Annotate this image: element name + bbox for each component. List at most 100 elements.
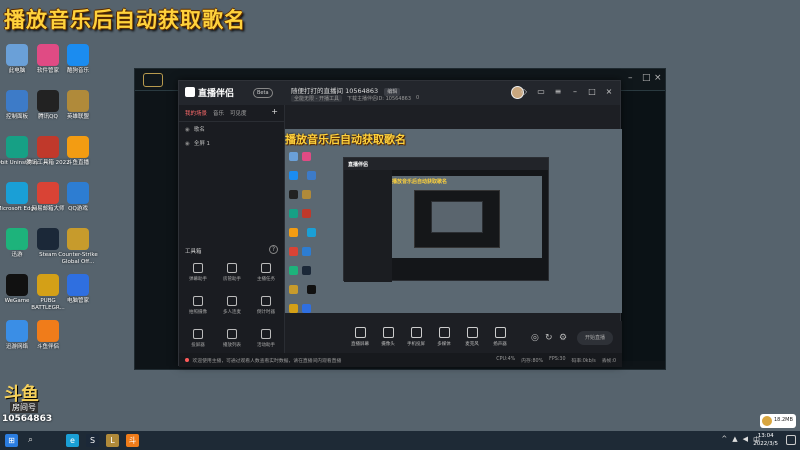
source-button[interactable]: 直播屏幕 bbox=[345, 327, 375, 347]
record-icon[interactable]: ◎ bbox=[531, 333, 541, 343]
lol-icon bbox=[67, 90, 89, 112]
preview-desktop-icons bbox=[287, 149, 321, 339]
room-id-text: 下载主播伴侣ID: 10564863 bbox=[346, 96, 412, 102]
close-icon[interactable]: × bbox=[604, 87, 614, 96]
room-manager-icon bbox=[227, 263, 237, 273]
category-chip[interactable]: 全能无限 - 开播工具 bbox=[291, 95, 342, 102]
edge-icon[interactable]: e bbox=[66, 434, 79, 447]
source-button[interactable]: 多媒体 bbox=[429, 327, 459, 347]
desktop-icon[interactable]: QQ游戏 bbox=[54, 182, 102, 213]
source-button-label: 手机投屏 bbox=[407, 342, 425, 347]
nested-overlay-title: 播放音乐后自动获取歌名 bbox=[392, 179, 448, 185]
task-icon bbox=[261, 263, 271, 273]
desktop-icon[interactable]: Counter-Strike Global Off... bbox=[54, 228, 102, 266]
speaker-icon bbox=[494, 327, 506, 338]
desktop-icon[interactable]: 电脑管家 bbox=[54, 274, 102, 305]
source-button[interactable]: 扬声器 bbox=[485, 327, 515, 347]
room-label: 房间号 bbox=[10, 402, 38, 413]
menu-icon[interactable]: ≡ bbox=[553, 87, 563, 96]
tool-item[interactable]: 活动助手 bbox=[251, 329, 281, 348]
source-button[interactable]: 摄像头 bbox=[373, 327, 403, 347]
help-icon[interactable]: ? bbox=[269, 245, 278, 254]
overlay-title: 播放音乐后自动获取歌名 bbox=[4, 8, 246, 32]
chevron-up-icon[interactable]: ^ bbox=[721, 435, 727, 445]
tool-label: 弹幕助手 bbox=[189, 277, 207, 282]
desktop-icon-label: QQ游戏 bbox=[68, 206, 88, 212]
speed-widget[interactable]: 18.2MB bbox=[760, 414, 796, 428]
tool-item[interactable]: 弹幕助手 bbox=[183, 263, 213, 282]
volume-icon[interactable]: ◀ bbox=[743, 435, 748, 445]
close-icon[interactable]: × bbox=[654, 73, 664, 83]
camera-tool-icon bbox=[193, 296, 203, 306]
clock-date: 2022/3/5 bbox=[753, 441, 778, 447]
lol-icon[interactable]: L bbox=[106, 434, 119, 447]
steam-icon[interactable]: S bbox=[86, 434, 99, 447]
message-icon[interactable]: ▭ bbox=[536, 87, 546, 96]
desktop-icon-label: Counter-Strike Global Off... bbox=[58, 252, 98, 265]
settings-icon[interactable]: ⚙ bbox=[559, 333, 569, 343]
network-icon[interactable]: ▲ bbox=[732, 435, 737, 445]
source-button[interactable]: 手机投屏 bbox=[401, 327, 431, 347]
skin-icon[interactable]: ◇ bbox=[519, 87, 529, 96]
tool-item[interactable]: 拍照摄像 bbox=[183, 296, 213, 315]
status-metric: CPU:4% bbox=[496, 357, 516, 362]
desktop-icon[interactable]: 斗鱼伴侣 bbox=[24, 320, 72, 351]
tab-my-scenes[interactable]: 我的场景 bbox=[185, 109, 207, 117]
tool-label: 活动助手 bbox=[257, 343, 275, 348]
maximize-icon[interactable]: □ bbox=[642, 73, 652, 83]
status-metric: 码率:0kb/s bbox=[571, 359, 596, 364]
desktop-icon[interactable]: 酷狗音乐 bbox=[54, 44, 102, 75]
status-metric: 内存:80% bbox=[521, 359, 544, 364]
eye-icon[interactable]: ◉ bbox=[185, 141, 190, 147]
desktop-icon-label: 酷狗音乐 bbox=[66, 68, 89, 74]
status-metrics: CPU:4% 内存:80% FPS:30 码率:0kb/s 丢帧:0 bbox=[496, 357, 616, 364]
tool-item[interactable]: 播放列表 bbox=[217, 329, 247, 348]
scene-item[interactable]: ◉ 全屏 1 bbox=[179, 136, 284, 150]
minimize-icon[interactable]: – bbox=[628, 73, 638, 83]
start-icon[interactable]: ⊞ bbox=[5, 434, 18, 447]
danmaku-icon bbox=[193, 263, 203, 273]
eye-icon[interactable]: ◉ bbox=[185, 127, 190, 133]
widget-icon bbox=[762, 416, 772, 426]
widget-value: 18.2MB bbox=[774, 417, 793, 423]
scene-item[interactable]: ◉ 歌名 bbox=[179, 122, 284, 136]
tab-visibility[interactable]: 可见度 bbox=[230, 109, 247, 117]
tool-item[interactable]: 投屏器 bbox=[183, 329, 213, 348]
nested-preview: 播放音乐后自动获取歌名 bbox=[392, 176, 542, 258]
source-button[interactable]: 麦克风 bbox=[457, 327, 487, 347]
add-scene-icon[interactable]: + bbox=[271, 108, 278, 117]
streaming-app-window[interactable]: 直播伴侣 Beta ◇ ▭ ≡ – □ × 我的场景 音乐 可见度 + ◉ 歌名 … bbox=[178, 80, 622, 367]
minimize-icon[interactable]: – bbox=[570, 87, 580, 96]
nested-inner-window bbox=[414, 190, 500, 248]
desktop-icon-label: 英雄联盟 bbox=[66, 114, 89, 120]
desktop-icon[interactable]: 英雄联盟 bbox=[54, 90, 102, 121]
cast-icon bbox=[193, 329, 203, 339]
qq-game-icon bbox=[67, 182, 89, 204]
nested-preview-window: 直播伴侣 播放音乐后自动获取歌名 bbox=[343, 157, 549, 282]
douyu-companion-icon[interactable]: 斗 bbox=[126, 434, 139, 447]
app-name: 直播伴侣 bbox=[198, 89, 235, 99]
room-sub-row: 全能无限 - 开播工具 下载主播伴侣ID: 10564863 0 bbox=[291, 95, 419, 102]
notification-icon[interactable] bbox=[786, 435, 796, 445]
beta-badge: Beta bbox=[253, 88, 273, 98]
scene-label: 歌名 bbox=[193, 127, 205, 133]
search-icon[interactable]: ⌕ bbox=[28, 435, 33, 445]
tab-music[interactable]: 音乐 bbox=[213, 109, 224, 117]
tool-item[interactable]: 主播任务 bbox=[251, 263, 281, 282]
tool-label: 房管助手 bbox=[223, 277, 241, 282]
preview-overlay-title: 播放音乐后自动获取歌名 bbox=[285, 133, 406, 146]
desktop-icon-label: 电脑管家 bbox=[66, 298, 89, 304]
clock[interactable]: 13:04 2022/3/5 bbox=[753, 432, 778, 448]
maximize-icon[interactable]: □ bbox=[587, 87, 597, 96]
scene-panel: 我的场景 音乐 可见度 + ◉ 歌名 ◉ 全屏 1 工具箱 ? 弹幕助手 房管助手 主播… bbox=[179, 105, 285, 367]
refresh-icon[interactable]: ↻ bbox=[545, 333, 555, 343]
desktop-icon[interactable]: 斗鱼直播 bbox=[54, 136, 102, 167]
start-live-button[interactable]: 开始直播 bbox=[577, 331, 613, 345]
tool-label: 播放列表 bbox=[223, 343, 241, 348]
live-preview[interactable]: 播放音乐后自动获取歌名 直播伴侣 播放音乐后自动获取歌名 bbox=[285, 129, 622, 332]
tool-item[interactable]: 多人连麦 bbox=[217, 296, 247, 315]
tool-item[interactable]: 房管助手 bbox=[217, 263, 247, 282]
friends-panel[interactable] bbox=[619, 91, 665, 361]
csgo-icon bbox=[67, 228, 89, 250]
tool-item[interactable]: 倒计时器 bbox=[251, 296, 281, 315]
